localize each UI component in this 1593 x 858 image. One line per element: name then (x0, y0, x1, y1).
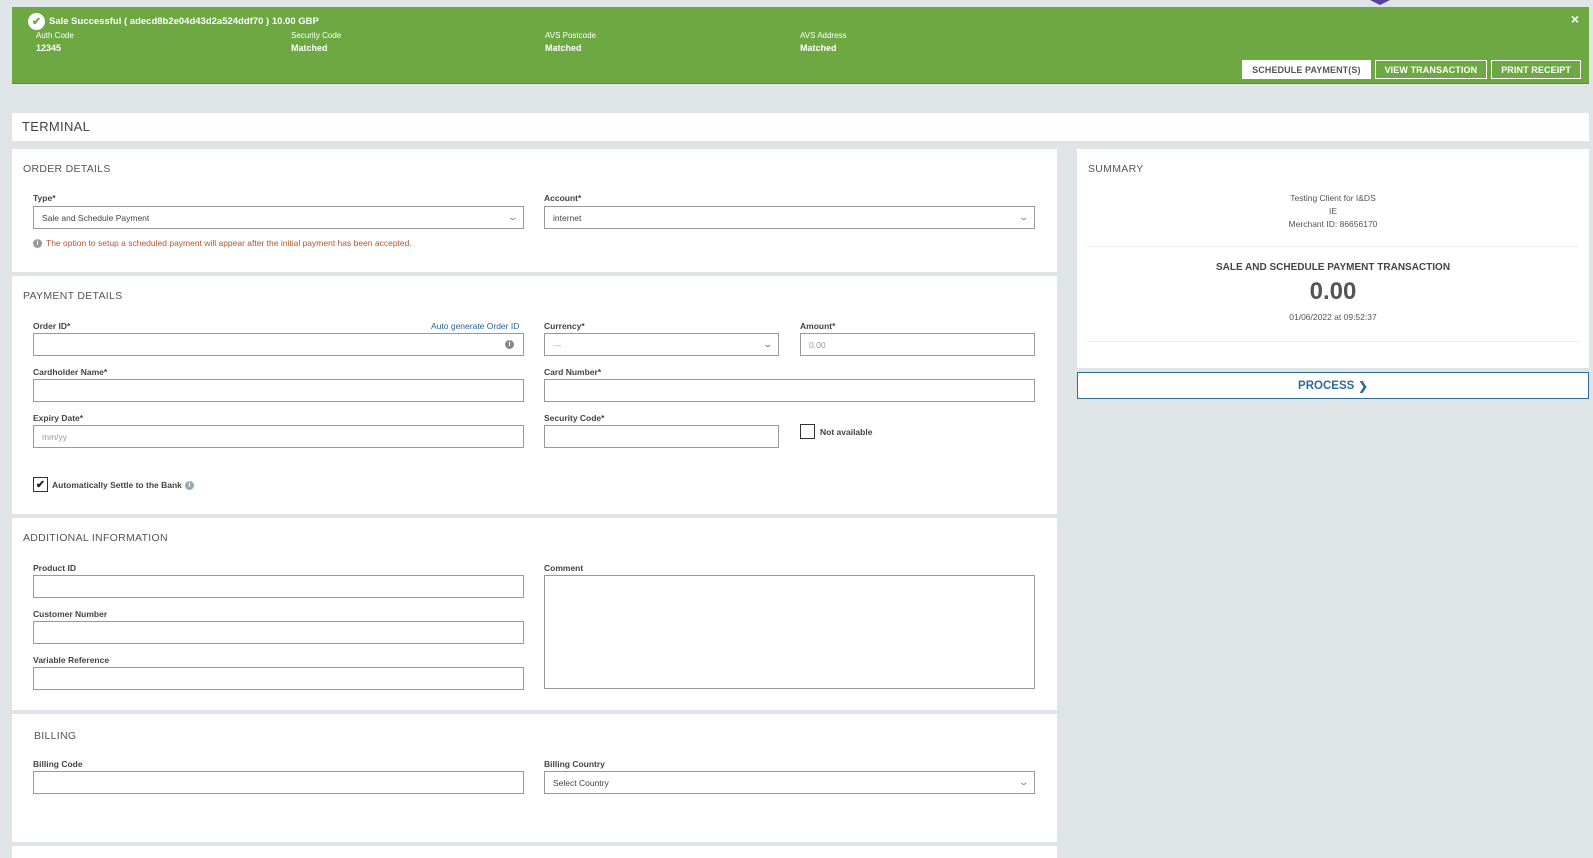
avs-postcode-value: Matched (545, 43, 582, 53)
process-button[interactable]: PROCESS ❯ (1077, 372, 1589, 399)
billing-panel: BILLING Billing Code Billing Country Sel… (12, 714, 1057, 842)
billing-code-label: Billing Code (33, 759, 83, 769)
schedule-payments-button[interactable]: SCHEDULE PAYMENT(S) (1242, 60, 1371, 79)
summary-datetime: 01/06/2022 at 09:52:37 (1289, 312, 1377, 322)
amount-input[interactable]: 0.00 (800, 333, 1035, 356)
billing-country-select[interactable]: Select Country ⌄ (544, 771, 1035, 794)
divider (1087, 341, 1579, 342)
billing-country-value: Select Country (553, 777, 609, 788)
next-panel (12, 846, 1057, 858)
type-label: Type* (33, 193, 56, 203)
account-select-value: internet (553, 212, 582, 223)
auto-settle-label: Automatically Settle to the Bank i (52, 480, 194, 490)
divider (1087, 246, 1579, 247)
amount-label: Amount* (800, 321, 836, 331)
type-select[interactable]: Sale and Schedule Payment ⌄ (33, 206, 524, 229)
type-select-value: Sale and Schedule Payment (42, 212, 150, 223)
schedule-note: i The option to setup a scheduled paymen… (33, 238, 412, 248)
security-code-result: Security Code Matched (291, 31, 341, 53)
info-icon: i (33, 238, 42, 248)
check-circle-icon: ✔ (28, 13, 45, 30)
process-button-label: PROCESS (1298, 379, 1355, 392)
close-icon[interactable]: × (1571, 11, 1579, 27)
payment-details-panel: PAYMENT DETAILS Order ID* Auto generate … (12, 276, 1057, 514)
product-id-input[interactable] (33, 575, 524, 598)
billing-title: BILLING (34, 730, 77, 742)
billing-country-label: Billing Country (544, 759, 605, 769)
security-code-result-label: Security Code (291, 31, 342, 40)
auto-settle-checkbox[interactable]: ✔ (33, 477, 48, 492)
top-edge-mark (1370, 0, 1390, 5)
security-code-result-value: Matched (291, 43, 328, 53)
cardholder-name-input[interactable] (33, 379, 524, 402)
auto-settle-text: Automatically Settle to the Bank (52, 480, 182, 490)
summary-merchant-id: Merchant ID: 86656170 (1288, 219, 1378, 229)
order-details-panel: ORDER DETAILS Type* Sale and Schedule Pa… (12, 149, 1057, 272)
chevron-down-icon: ⌄ (1018, 212, 1030, 222)
not-available-label: Not available (820, 427, 873, 437)
currency-label: Currency* (544, 321, 585, 331)
schedule-note-text: The option to setup a scheduled payment … (46, 238, 412, 248)
order-id-input[interactable]: i (33, 333, 524, 356)
chevron-down-icon: ⌄ (762, 339, 774, 349)
comment-textarea[interactable] (544, 575, 1035, 689)
avs-address-label: AVS Address (800, 31, 847, 40)
print-receipt-button[interactable]: PRINT RECEIPT (1491, 60, 1581, 79)
account-select[interactable]: internet ⌄ (544, 206, 1035, 229)
security-code-label: Security Code* (544, 413, 605, 423)
product-id-label: Product ID (33, 563, 76, 573)
banner-title-text: Sale Successful ( adecd8b2e04d43d2a524dd… (49, 16, 319, 27)
summary-amount: 0.00 (1309, 278, 1357, 305)
order-details-title: ORDER DETAILS (23, 163, 111, 175)
avs-address-result: AVS Address Matched (800, 31, 847, 53)
view-transaction-button[interactable]: VIEW TRANSACTION (1374, 60, 1488, 79)
payment-details-title: PAYMENT DETAILS (23, 290, 123, 302)
terminal-header: TERMINAL (12, 113, 1589, 141)
avs-postcode-label: AVS Postcode (545, 31, 596, 40)
avs-address-value: Matched (800, 43, 837, 53)
info-icon: i (505, 340, 514, 349)
order-id-label: Order ID* (33, 321, 71, 331)
variable-reference-label: Variable Reference (33, 655, 110, 665)
summary-transaction-type: SALE AND SCHEDULE PAYMENT TRANSACTION (1215, 262, 1451, 273)
comment-label: Comment (544, 563, 584, 573)
not-available-checkbox[interactable] (800, 424, 815, 439)
page-title: TERMINAL (22, 119, 91, 134)
info-icon: i (184, 480, 194, 490)
chevron-right-icon: ❯ (1358, 380, 1368, 393)
success-banner: ✔ Sale Successful ( adecd8b2e04d43d2a524… (12, 7, 1589, 84)
account-label: Account* (544, 193, 582, 203)
auth-code-field: Auth Code 12345 (36, 31, 74, 53)
variable-reference-input[interactable] (33, 667, 524, 690)
additional-info-title: ADDITIONAL INFORMATION (23, 532, 168, 544)
currency-select-value: --- (553, 339, 562, 350)
card-number-label: Card Number* (544, 367, 602, 377)
currency-select[interactable]: --- ⌄ (544, 333, 779, 356)
banner-actions: SCHEDULE PAYMENT(S) VIEW TRANSACTION PRI… (1242, 60, 1581, 79)
customer-number-input[interactable] (33, 621, 524, 644)
summary-panel: SUMMARY Testing Client for I&DS IE Merch… (1077, 149, 1589, 368)
banner-title: ✔ Sale Successful ( adecd8b2e04d43d2a524… (28, 13, 319, 30)
billing-code-input[interactable] (33, 771, 524, 794)
expiry-placeholder: mm/yy (42, 431, 68, 442)
chevron-down-icon: ⌄ (1018, 777, 1030, 787)
expiry-date-input[interactable]: mm/yy (33, 425, 524, 448)
summary-title: SUMMARY (1088, 163, 1144, 175)
card-number-input[interactable] (544, 379, 1035, 402)
security-code-input[interactable] (544, 425, 779, 448)
avs-postcode-result: AVS Postcode Matched (545, 31, 596, 53)
summary-country: IE (1328, 206, 1338, 216)
auth-code-value: 12345 (36, 43, 62, 53)
summary-client: Testing Client for I&DS (1290, 193, 1376, 203)
amount-placeholder: 0.00 (809, 339, 826, 350)
additional-info-panel: ADDITIONAL INFORMATION Product ID Custom… (12, 518, 1057, 710)
chevron-down-icon: ⌄ (507, 212, 519, 222)
expiry-date-label: Expiry Date* (33, 413, 84, 423)
cardholder-name-label: Cardholder Name* (33, 367, 108, 377)
auth-code-label: Auth Code (36, 31, 74, 40)
customer-number-label: Customer Number (33, 609, 108, 619)
auto-generate-order-id-link[interactable]: Auto generate Order ID (431, 321, 519, 331)
